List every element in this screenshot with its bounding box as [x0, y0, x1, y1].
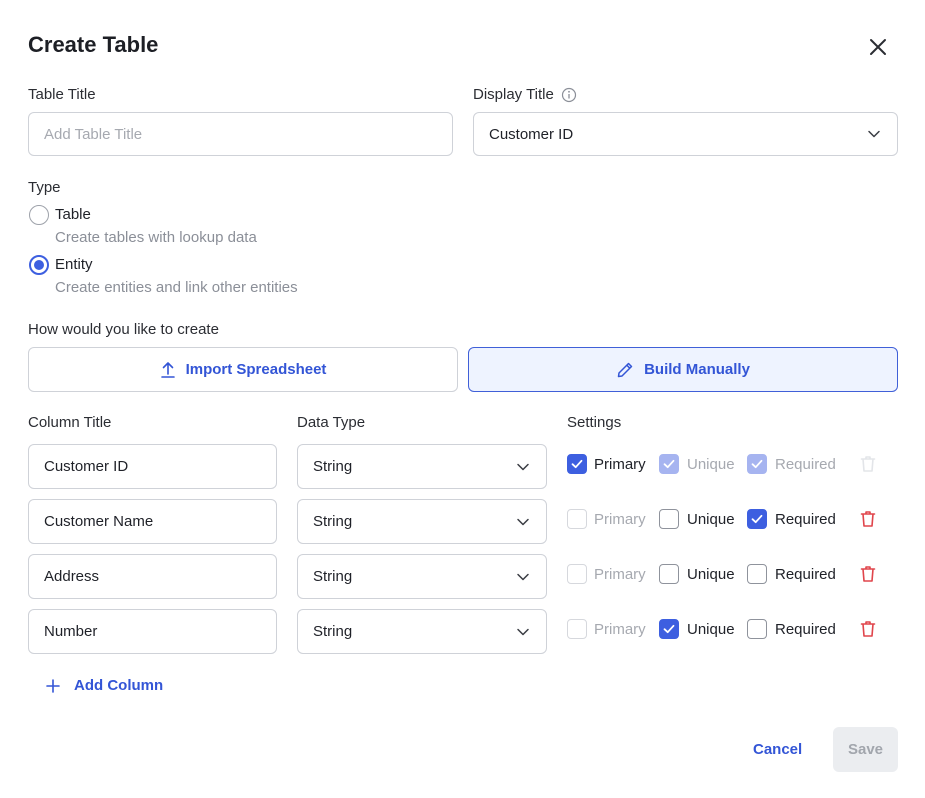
required-checkbox[interactable]	[747, 509, 767, 529]
primary-checkbox[interactable]	[567, 454, 587, 474]
required-label: Required	[775, 621, 836, 638]
unique-checkbox[interactable]	[659, 454, 679, 474]
build-manually-button[interactable]: Build Manually	[468, 347, 898, 392]
unique-label: Unique	[687, 566, 735, 583]
display-title-select[interactable]: Customer ID	[473, 112, 898, 156]
data-type-header: Data Type	[297, 414, 366, 431]
data-type-select[interactable]: String	[297, 499, 547, 544]
table-title-input[interactable]: Add Table Title	[28, 112, 453, 156]
column-title-value: Customer ID	[44, 458, 129, 475]
type-option-table-description: Create tables with lookup data	[55, 229, 257, 246]
column-title-input[interactable]: Customer Name	[28, 499, 277, 544]
settings-header: Settings	[567, 414, 622, 431]
import-spreadsheet-button[interactable]: Import Spreadsheet	[28, 347, 458, 392]
display-title-label-row: Display Title	[473, 86, 577, 103]
required-checkbox[interactable]	[747, 619, 767, 639]
primary-label: Primary	[594, 511, 646, 528]
primary-label: Primary	[594, 566, 646, 583]
chevron-down-icon	[517, 463, 529, 470]
data-type-value: String	[313, 513, 353, 530]
unique-label: Unique	[687, 456, 735, 473]
column-title-value: Number	[44, 623, 98, 640]
cancel-button[interactable]: Cancel	[753, 741, 802, 758]
unique-checkbox[interactable]	[659, 509, 679, 529]
data-type-select[interactable]: String	[297, 554, 547, 599]
display-title-value: Customer ID	[489, 125, 574, 143]
type-label: Type	[28, 179, 61, 196]
type-option-table-label: Table	[55, 206, 91, 223]
primary-checkbox[interactable]	[567, 564, 587, 584]
data-type-value: String	[313, 458, 353, 475]
unique-label: Unique	[687, 621, 735, 638]
unique-checkbox[interactable]	[659, 619, 679, 639]
unique-checkbox[interactable]	[659, 564, 679, 584]
type-option-entity-label: Entity	[55, 256, 93, 273]
add-column-label: Add Column	[74, 677, 164, 694]
required-label: Required	[775, 511, 836, 528]
add-column-button[interactable]: Add Column	[46, 677, 163, 694]
column-title-input[interactable]: Address	[28, 554, 277, 599]
type-radio-entity[interactable]	[29, 255, 49, 275]
chevron-down-icon	[517, 518, 529, 525]
trash-icon[interactable]	[858, 564, 878, 589]
required-checkbox[interactable]	[747, 454, 767, 474]
type-option-entity-description: Create entities and link other entities	[55, 279, 298, 296]
column-title-input[interactable]: Number	[28, 609, 277, 654]
display-title-label: Display Title	[473, 86, 554, 103]
close-icon[interactable]	[866, 35, 890, 59]
import-spreadsheet-label: Import Spreadsheet	[185, 361, 327, 378]
upload-icon	[160, 361, 175, 378]
primary-label: Primary	[594, 621, 646, 638]
data-type-value: String	[313, 568, 353, 585]
primary-checkbox[interactable]	[567, 619, 587, 639]
required-label: Required	[775, 456, 836, 473]
pencil-icon	[617, 362, 633, 377]
column-title-input[interactable]: Customer ID	[28, 444, 277, 489]
unique-label: Unique	[687, 511, 735, 528]
trash-icon	[858, 454, 878, 479]
type-radio-table[interactable]	[29, 205, 49, 225]
required-checkbox[interactable]	[747, 564, 767, 584]
save-button[interactable]: Save	[833, 727, 898, 772]
column-title-value: Address	[44, 568, 100, 585]
trash-icon[interactable]	[858, 619, 878, 644]
create-method-label: How would you like to create	[28, 321, 219, 338]
build-manually-label: Build Manually	[644, 361, 750, 378]
plus-icon	[46, 678, 60, 693]
column-title-value: Customer Name	[44, 513, 154, 530]
chevron-down-icon	[517, 628, 529, 635]
dialog-title: Create Table	[28, 32, 159, 57]
chevron-down-icon	[868, 130, 880, 138]
data-type-value: String	[313, 623, 353, 640]
table-title-placeholder: Add Table Title	[44, 125, 143, 143]
chevron-down-icon	[517, 573, 529, 580]
trash-icon[interactable]	[858, 509, 878, 534]
table-title-label: Table Title	[28, 86, 96, 103]
required-label: Required	[775, 566, 836, 583]
data-type-select[interactable]: String	[297, 444, 547, 489]
info-icon[interactable]	[561, 87, 577, 103]
data-type-select[interactable]: String	[297, 609, 547, 654]
primary-label: Primary	[594, 456, 646, 473]
primary-checkbox[interactable]	[567, 509, 587, 529]
column-title-header: Column Title	[28, 414, 112, 431]
